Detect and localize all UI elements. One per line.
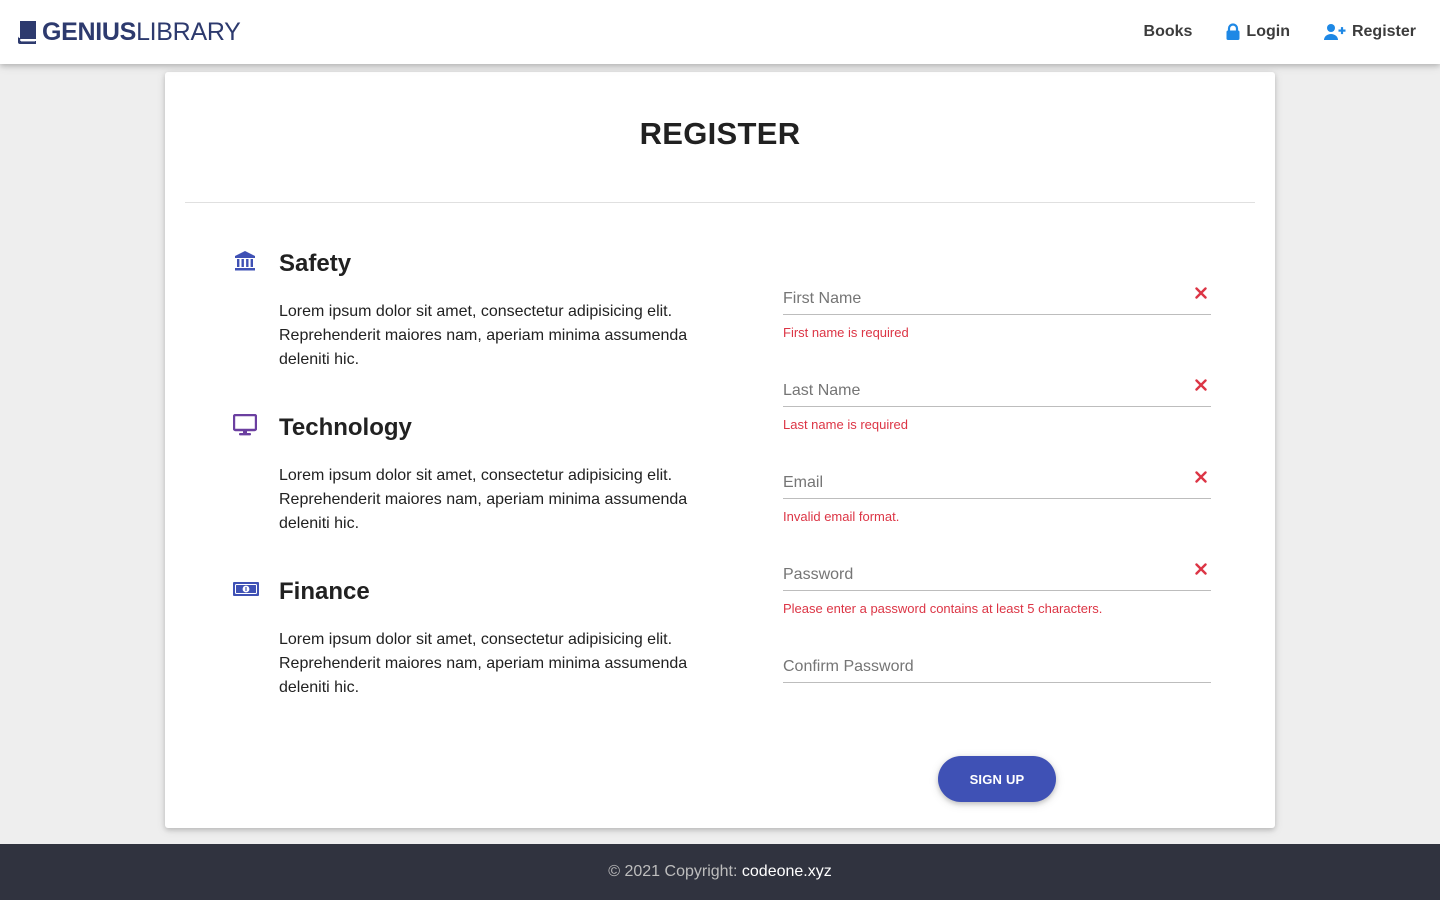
- brand-logo[interactable]: GENIUSLIBRARY: [17, 18, 241, 46]
- nav-links: Books Login Register: [1144, 20, 1416, 44]
- nav-login-link[interactable]: Login: [1226, 20, 1290, 44]
- footer-copyright: © 2021 Copyright:: [608, 863, 742, 880]
- first-name-error: First name is required: [783, 325, 909, 340]
- email-input[interactable]: [783, 467, 1211, 499]
- user-plus-icon: [1323, 24, 1346, 40]
- nav-login-label: Login: [1246, 23, 1290, 40]
- footer: © 2021 Copyright: codeone.xyz: [0, 844, 1440, 900]
- last-name-input[interactable]: [783, 375, 1211, 407]
- feature-title: Safety: [279, 250, 352, 277]
- brand-name-library: LIBRARY: [136, 18, 241, 46]
- confirm-password-input[interactable]: [783, 651, 1211, 683]
- title-divider: [185, 202, 1255, 203]
- invalid-x-icon: [1195, 287, 1207, 299]
- feature-title: Finance: [279, 578, 370, 605]
- feature-text: Lorem ipsum dolor sit amet, consectetur …: [279, 631, 688, 696]
- invalid-x-icon: [1195, 379, 1207, 391]
- monitor-icon: [233, 414, 257, 436]
- nav-register-link[interactable]: Register: [1323, 20, 1416, 44]
- email-error: Invalid email format.: [783, 509, 900, 524]
- nav-books-link[interactable]: Books: [1144, 20, 1193, 44]
- brand-name-genius: GENIUS: [42, 18, 137, 46]
- feature-text: Lorem ipsum dolor sit amet, consectetur …: [279, 467, 688, 532]
- nav-register-label: Register: [1351, 23, 1416, 40]
- sign-up-button[interactable]: SIGN UP: [938, 756, 1056, 802]
- book-icon: [18, 21, 36, 44]
- password-error: Please enter a password contains at leas…: [783, 601, 1103, 616]
- brand-name: GENIUSLIBRARY: [42, 18, 241, 46]
- lock-icon: [1226, 23, 1240, 40]
- navbar: GENIUSLIBRARY Books Login Register: [0, 0, 1440, 64]
- invalid-x-icon: [1195, 471, 1207, 483]
- page-title: REGISTER: [639, 116, 801, 151]
- money-bill-icon: [233, 582, 259, 596]
- first-name-input[interactable]: [783, 283, 1211, 315]
- invalid-x-icon: [1195, 563, 1207, 575]
- bank-icon: [235, 251, 255, 271]
- password-input[interactable]: [783, 559, 1211, 591]
- last-name-error: Last name is required: [783, 417, 909, 432]
- register-card: REGISTER Safety Lorem ipsum dolor sit am…: [165, 72, 1275, 828]
- nav-books-label: Books: [1143, 23, 1193, 40]
- footer-link[interactable]: codeone.xyz: [742, 863, 832, 880]
- feature-title: Technology: [279, 414, 412, 441]
- feature-text: Lorem ipsum dolor sit amet, consectetur …: [279, 303, 688, 368]
